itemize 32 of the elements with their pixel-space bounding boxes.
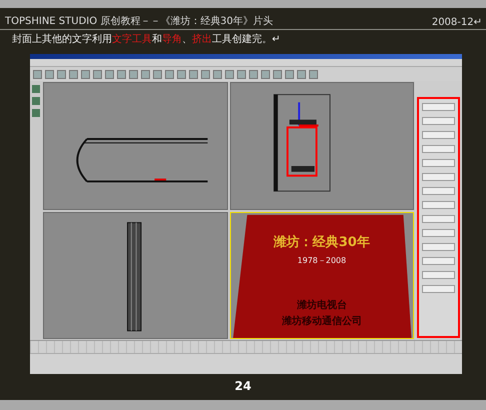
viewport[interactable] <box>43 82 228 210</box>
panel-control[interactable] <box>422 229 455 237</box>
panel-control[interactable] <box>422 215 455 223</box>
instruction-text: 和 <box>152 32 162 46</box>
instruction-text: 工具创建完。↵ <box>212 32 280 46</box>
instruction-text: 导角 <box>162 33 182 46</box>
panel-control[interactable] <box>422 159 455 167</box>
instruction-text: 封面上其他的文字利用 <box>12 32 112 46</box>
panel-control[interactable] <box>422 285 455 293</box>
panel-control[interactable] <box>422 131 455 139</box>
instruction-text: 挤出 <box>192 32 212 46</box>
cover-title: 潍坊：经典30年 <box>274 234 370 250</box>
document-header-title: TOPSHINE STUDIO 原创教程－－《潍坊：经典30年》片头 <box>5 14 274 28</box>
panel-control[interactable] <box>422 145 455 153</box>
panel-control[interactable] <box>422 243 455 251</box>
viewport[interactable]: 潍坊：经典30年 1978－2008 潍坊电视台 潍坊移动通信公司 <box>230 212 414 339</box>
page-number: 24 <box>234 378 252 395</box>
panel-control[interactable] <box>422 173 455 181</box>
document-header-date: 2008-12↵ <box>432 17 482 28</box>
panel-control[interactable] <box>422 271 455 279</box>
instruction-text: 、 <box>182 33 192 46</box>
cover-text: 潍坊电视台 <box>296 298 347 312</box>
panel-control[interactable] <box>422 201 455 209</box>
panel-control[interactable] <box>422 117 455 125</box>
viewport[interactable] <box>43 212 228 339</box>
panel-control[interactable] <box>422 257 455 265</box>
panel-control[interactable] <box>422 103 455 111</box>
cover-text: 潍坊移动通信公司 <box>282 314 362 328</box>
cover-years: 1978－2008 <box>297 254 346 266</box>
instruction-text: 文字工具 <box>112 32 152 46</box>
viewport[interactable] <box>230 82 414 210</box>
panel-control[interactable] <box>422 187 455 195</box>
